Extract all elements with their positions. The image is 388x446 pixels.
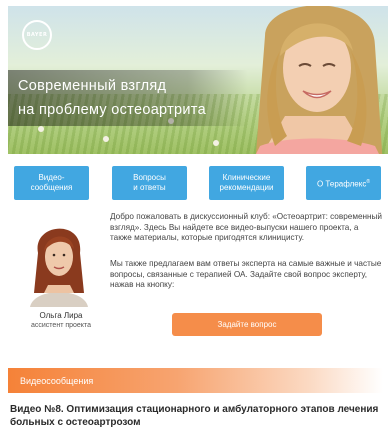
- assistant-name: Ольга Лира: [39, 311, 83, 320]
- newsletter-page: BAYER Современный взгляд на проблему ост…: [0, 0, 388, 446]
- intro-paragraph-welcome: Добро пожаловать в дискуссионный клуб: «…: [110, 212, 383, 242]
- nav-clinical-recommendations-label: Клинические рекомендации: [219, 173, 274, 192]
- nav-about-teraflex-button[interactable]: О Терафлекс®: [306, 166, 381, 200]
- banner-title-line2: на проблему остеоартрита: [18, 102, 206, 118]
- nav-questions-answers-button[interactable]: Вопросы и ответы: [112, 166, 187, 200]
- main-navigation: Видео- сообщения Вопросы и ответы Клинич…: [14, 166, 381, 200]
- section-title: Видеосообщения: [20, 375, 94, 386]
- banner-title-line1: Современный взгляд: [18, 78, 167, 94]
- section-header-video-messages: Видеосообщения: [8, 368, 383, 393]
- video-title-link[interactable]: Видео №8. Оптимизация стационарного и ам…: [10, 403, 382, 429]
- smiling-woman-photo: [255, 6, 383, 154]
- ask-question-label: Задайте вопрос: [217, 320, 277, 329]
- assistant-avatar: [24, 213, 94, 307]
- ask-question-button[interactable]: Задайте вопрос: [172, 313, 322, 336]
- flower-decoration: [103, 136, 109, 142]
- hero-banner: BAYER Современный взгляд на проблему ост…: [8, 6, 388, 154]
- assistant-role: ассистент проекта: [31, 322, 91, 329]
- flower-decoration: [213, 140, 219, 146]
- nav-clinical-recommendations-button[interactable]: Клинические рекомендации: [209, 166, 284, 200]
- bayer-logo: BAYER: [22, 20, 52, 50]
- flower-decoration: [38, 126, 44, 132]
- intro-paragraph-questions: Мы также предлагаем вам ответы эксперта …: [110, 259, 382, 289]
- registered-mark: ®: [366, 178, 371, 185]
- nav-about-teraflex-label: О Терафлекс: [316, 179, 367, 189]
- nav-video-messages-button[interactable]: Видео- сообщения: [14, 166, 89, 200]
- nav-video-messages-label: Видео- сообщения: [30, 173, 73, 192]
- nav-questions-answers-label: Вопросы и ответы: [133, 173, 166, 192]
- banner-title: Современный взгляд на проблему остеоартр…: [8, 70, 248, 126]
- bayer-logo-text: BAYER: [26, 32, 48, 38]
